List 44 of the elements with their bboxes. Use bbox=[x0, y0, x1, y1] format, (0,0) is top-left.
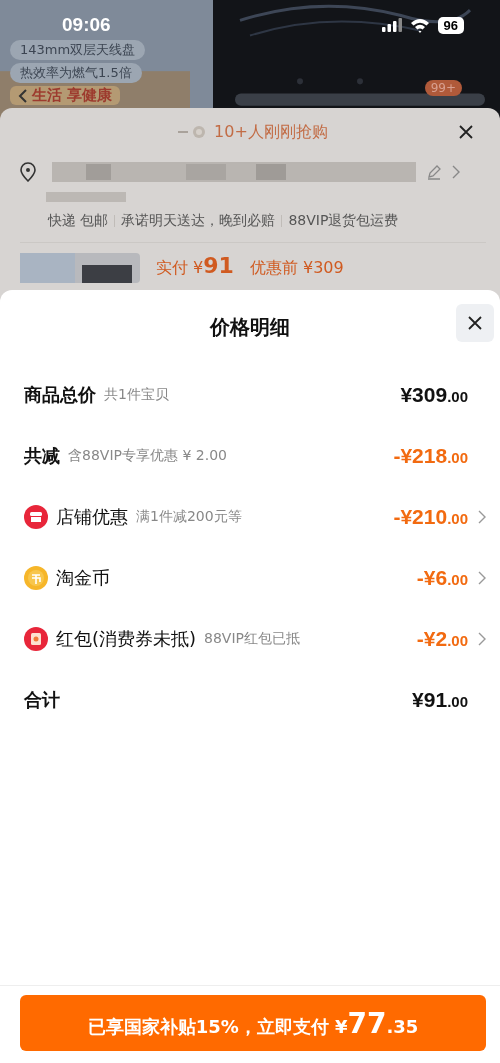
row-label: 合计 bbox=[24, 687, 60, 712]
close-icon[interactable] bbox=[458, 124, 474, 140]
paid-price: 实付 ¥91 bbox=[156, 253, 234, 279]
original-price: 优惠前 ¥309 bbox=[249, 258, 344, 279]
location-pin-icon bbox=[20, 162, 36, 182]
chevron-icon[interactable] bbox=[478, 570, 486, 585]
row-note: 共1件宝贝 bbox=[104, 385, 169, 404]
row-label: 红包(消费券未抵) bbox=[56, 626, 197, 651]
buyers-text: 10+人刚刚抢购 bbox=[214, 121, 328, 143]
row-label: 淘金币 bbox=[56, 565, 110, 590]
amount-text: -¥2.00 bbox=[416, 626, 468, 651]
feature-tag: 143mm双层天线盘 bbox=[10, 40, 146, 60]
row-label: 商品总价 bbox=[24, 382, 96, 407]
service-text: 快递 包邮 bbox=[48, 212, 109, 230]
signal-icon bbox=[381, 18, 402, 32]
count-badge: 99+ bbox=[424, 80, 462, 96]
sheet-title: 价格明细 bbox=[210, 313, 290, 341]
chevron-icon[interactable] bbox=[452, 165, 460, 179]
back-icon[interactable] bbox=[18, 87, 28, 104]
row-note: 满1件减200元等 bbox=[136, 507, 242, 526]
wifi-icon bbox=[409, 17, 430, 33]
feature-tag: 热效率为燃气1.5倍 bbox=[10, 63, 142, 83]
row-note: 含88VIP专享优惠 ¥ 2.00 bbox=[68, 446, 227, 465]
amount-text: ¥91.00 bbox=[412, 687, 468, 712]
edit-icon[interactable] bbox=[426, 164, 442, 180]
pay-button[interactable]: 已享国家补贴15%，立即支付 ¥77.35 bbox=[20, 995, 486, 1051]
close-icon bbox=[467, 315, 483, 331]
service-text: 88VIP退货包运费 bbox=[288, 212, 399, 230]
chevron-icon[interactable] bbox=[478, 631, 486, 646]
amount-text: -¥210.00 bbox=[393, 504, 468, 529]
amount-text: -¥6.00 bbox=[416, 565, 468, 590]
status-time: 09:06 bbox=[62, 14, 111, 36]
row-label: 店铺优惠 bbox=[56, 504, 128, 529]
close-button[interactable] bbox=[456, 304, 494, 342]
chevron-icon[interactable] bbox=[478, 509, 486, 524]
shop-icon bbox=[24, 504, 48, 529]
row-note: 88VIP红包已抵 bbox=[204, 629, 300, 648]
amount-text: ¥309.00 bbox=[400, 382, 468, 407]
slogan-text: 生活 享健康 bbox=[32, 86, 113, 105]
row-label: 共减 bbox=[24, 443, 60, 468]
service-text: 承诺明天送达，晚到必赔 bbox=[121, 212, 276, 230]
amount-text: -¥218.00 bbox=[393, 443, 468, 468]
coin-icon bbox=[24, 565, 48, 590]
envelope-icon bbox=[24, 626, 48, 651]
